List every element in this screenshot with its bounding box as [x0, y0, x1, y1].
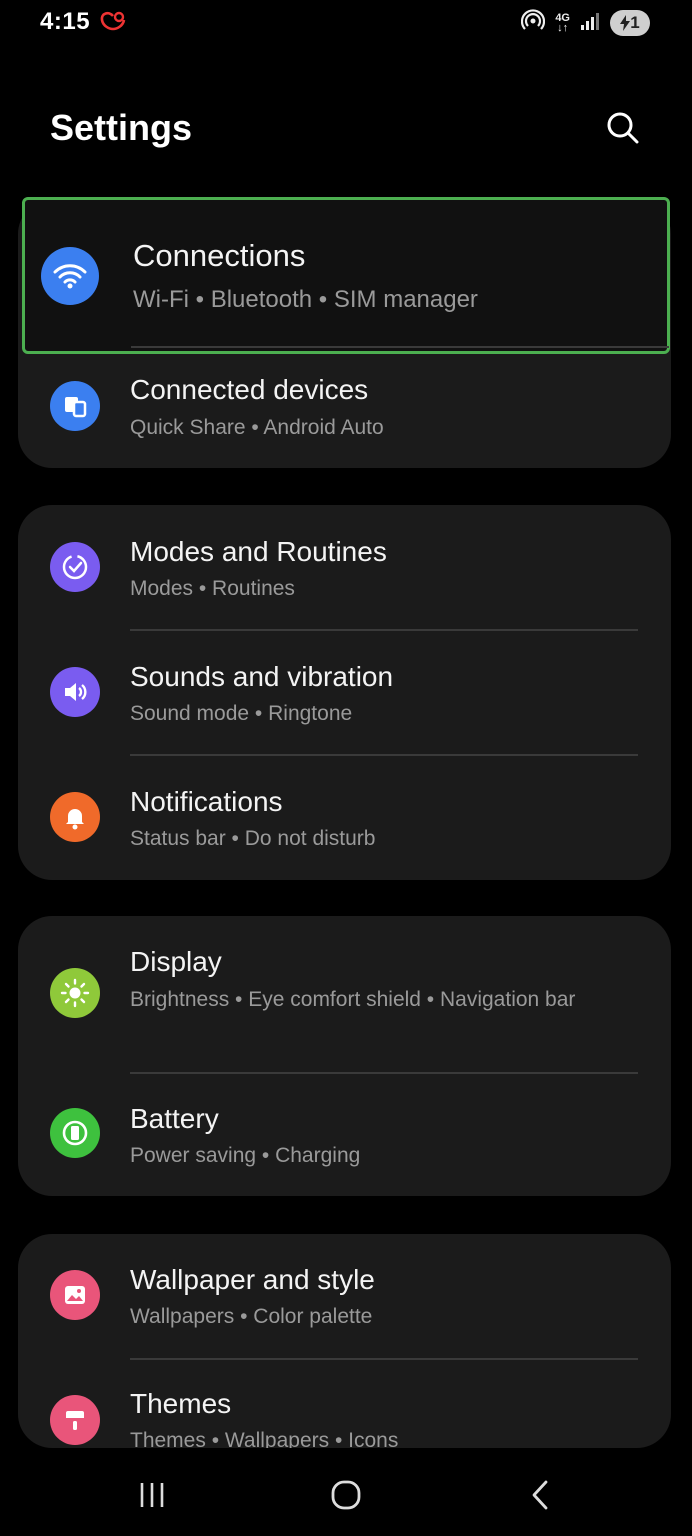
- settings-item-modes-routines[interactable]: Modes and Routines Modes • Routines: [18, 505, 671, 631]
- search-button[interactable]: [600, 106, 646, 150]
- settings-item-wallpaper[interactable]: Wallpaper and style Wallpapers • Color p…: [18, 1234, 671, 1360]
- charging-bolt-icon: [620, 15, 631, 31]
- item-title: Connections: [133, 238, 306, 273]
- item-title: Themes: [130, 1388, 232, 1419]
- settings-group-display: Display Brightness • Eye comfort shield …: [18, 916, 671, 1196]
- settings-item-notifications[interactable]: Notifications Status bar • Do not distur…: [18, 755, 671, 880]
- battery-icon: [50, 1108, 100, 1158]
- page-title: Settings: [50, 107, 193, 148]
- network-type: 4G ↓↑: [555, 13, 570, 34]
- network-activity-label: ↓↑: [557, 22, 569, 34]
- item-subtitle: Wallpapers • Color palette: [130, 1305, 373, 1328]
- sun-icon: [50, 968, 100, 1018]
- item-title: Battery: [130, 1103, 219, 1134]
- hotspot-icon: [521, 8, 546, 38]
- settings-item-display[interactable]: Display Brightness • Eye comfort shield …: [18, 916, 671, 1074]
- signal-icon: [580, 11, 600, 36]
- app-notification-icon: [99, 11, 127, 36]
- brush-icon: [50, 1395, 100, 1445]
- recents-icon: [140, 1483, 164, 1507]
- wifi-icon: [41, 247, 99, 305]
- settings-item-connections[interactable]: Connections Wi-Fi • Bluetooth • SIM mana…: [22, 197, 670, 354]
- settings-item-battery[interactable]: Battery Power saving • Charging: [18, 1073, 671, 1196]
- item-title: Connected devices: [130, 374, 369, 405]
- back-button[interactable]: [510, 1470, 570, 1520]
- home-icon: [331, 1480, 361, 1510]
- image-icon: [50, 1270, 100, 1320]
- navigation-bar: [0, 1452, 692, 1536]
- back-icon: [532, 1480, 548, 1510]
- item-subtitle: Power saving • Charging: [130, 1144, 361, 1167]
- recents-button[interactable]: [122, 1470, 182, 1520]
- home-button[interactable]: [316, 1470, 376, 1520]
- item-subtitle: Themes • Wallpapers • Icons: [130, 1429, 399, 1448]
- status-indicators: 4G ↓↑ 1: [521, 8, 650, 38]
- modes-icon: [50, 542, 100, 592]
- status-time: 4:15: [40, 8, 91, 35]
- item-title: Display: [130, 946, 222, 977]
- settings-group-modes: Modes and Routines Modes • Routines Soun…: [18, 505, 671, 880]
- item-title: Sounds and vibration: [130, 661, 394, 692]
- item-subtitle: Brightness • Eye comfort shield • Naviga…: [130, 988, 576, 1011]
- item-subtitle: Sound mode • Ringtone: [130, 702, 353, 725]
- item-subtitle: Modes • Routines: [130, 577, 295, 600]
- item-title: Modes and Routines: [130, 536, 387, 567]
- status-bar: 4:15 4G ↓↑ 1: [0, 0, 692, 46]
- settings-item-sounds[interactable]: Sounds and vibration Sound mode • Ringto…: [18, 630, 671, 756]
- battery-indicator: 1: [610, 10, 650, 36]
- speaker-icon: [50, 667, 100, 717]
- devices-icon: [50, 381, 100, 431]
- item-subtitle: Quick Share • Android Auto: [130, 416, 384, 439]
- item-subtitle: Status bar • Do not disturb: [130, 827, 376, 850]
- battery-level: 1: [630, 13, 640, 32]
- settings-item-themes[interactable]: Themes Themes • Wallpapers • Icons: [18, 1359, 671, 1448]
- search-icon: [607, 112, 639, 144]
- item-subtitle: Wi-Fi • Bluetooth • SIM manager: [133, 286, 478, 313]
- item-title: Notifications: [130, 786, 283, 817]
- settings-item-connected-devices[interactable]: Connected devices Quick Share • Android …: [18, 350, 671, 468]
- divider: [131, 346, 669, 348]
- bell-icon: [50, 792, 100, 842]
- item-title: Wallpaper and style: [130, 1264, 375, 1295]
- settings-group-wallpaper: Wallpaper and style Wallpapers • Color p…: [18, 1234, 671, 1448]
